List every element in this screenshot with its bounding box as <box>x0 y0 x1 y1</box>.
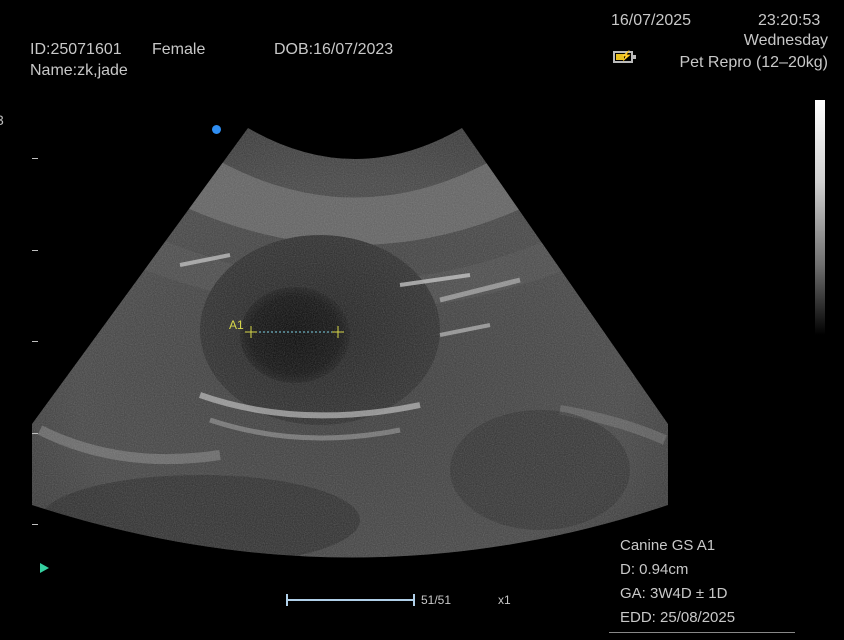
measurement-edd: EDD: 25/08/2025 <box>620 609 736 626</box>
exam-time: 23:20:53 <box>758 12 821 29</box>
patient-sex: Female <box>152 41 206 58</box>
battery-charging-icon: ⚡ <box>613 51 636 63</box>
patient-id: ID:25071601 <box>30 41 122 58</box>
exam-preset[interactable]: Pet Repro (12–20kg) <box>679 53 828 73</box>
cine-end-cap <box>413 594 415 606</box>
exam-date: 16/07/2025 <box>611 12 692 29</box>
zoom-level: x1 <box>498 593 511 607</box>
frame-counter: 51/51 <box>421 593 452 607</box>
depth-tick <box>32 158 38 159</box>
exam-weekday: Wednesday <box>743 32 828 49</box>
depth-tick <box>32 250 38 251</box>
depth-tick <box>32 524 38 525</box>
edge-mark: 3 <box>0 112 4 128</box>
measurement-ga: GA: 3W4D ± 1D <box>620 585 728 602</box>
cine-scrollbar[interactable] <box>287 599 414 601</box>
patient-name: Name:zk,jade <box>30 62 128 79</box>
grayscale-bar <box>815 100 825 335</box>
caliper-label: A1 <box>229 318 244 332</box>
depth-tick <box>32 341 38 342</box>
depth-tick <box>32 433 38 434</box>
focus-marker-icon[interactable] <box>40 563 49 573</box>
measurement-title: Canine GS A1 <box>620 537 716 554</box>
orientation-dot-icon <box>212 125 221 134</box>
measurement-diameter: D: 0.94cm <box>620 561 689 578</box>
patient-dob: DOB:16/07/2023 <box>274 41 394 58</box>
